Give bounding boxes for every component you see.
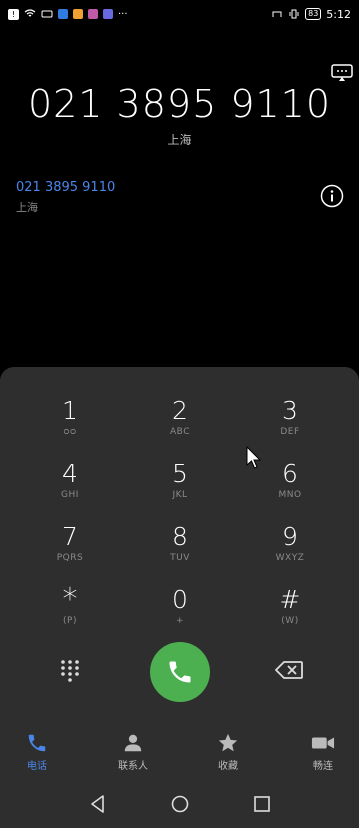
key-9[interactable]: 9 WXYZ xyxy=(235,523,345,583)
video-icon xyxy=(311,737,335,749)
number-location: 上海 xyxy=(167,133,192,147)
tab-favorites[interactable]: 收藏 xyxy=(183,732,273,772)
key-digit: 6 xyxy=(282,459,298,488)
tab-label: 联系人 xyxy=(118,761,148,772)
bottom-tab-bar: 电话 联系人 收藏 畅连 xyxy=(0,720,359,780)
key-letters: GHI xyxy=(61,490,79,500)
star-icon xyxy=(218,733,238,752)
contacts-icon xyxy=(124,734,142,752)
key-letters: MNO xyxy=(278,490,302,500)
sim-icon: ! xyxy=(8,8,19,20)
app-badge-blue-icon xyxy=(58,9,68,19)
app-badge-purple-icon xyxy=(88,9,98,19)
mouse-cursor-icon xyxy=(246,446,262,469)
tab-label: 电话 xyxy=(27,761,47,772)
key-1[interactable]: 1 ᴑᴑ xyxy=(15,397,125,457)
key-digit: # xyxy=(279,585,301,614)
key-letters: (W) xyxy=(281,616,299,626)
info-icon[interactable] xyxy=(320,184,344,208)
status-left: ! ··· xyxy=(8,8,128,20)
key-digit: 1 xyxy=(62,396,78,425)
key-star[interactable]: * (P) xyxy=(15,582,125,646)
suggestion-location: 上海 xyxy=(16,201,38,214)
key-digit: 7 xyxy=(62,522,78,551)
key-digit: 3 xyxy=(282,396,298,425)
key-letters: DEF xyxy=(280,427,300,437)
key-digit: 5 xyxy=(172,459,188,488)
key-letters: JKL xyxy=(172,490,188,500)
status-bar: ! ··· 83 5:12 xyxy=(0,0,359,28)
wifi-icon xyxy=(24,9,36,17)
status-time: 5:12 xyxy=(326,7,351,21)
tab-meetime[interactable]: 畅连 xyxy=(278,732,359,772)
backspace-icon[interactable] xyxy=(275,660,303,680)
key-digit: 4 xyxy=(62,459,78,488)
key-digit: 2 xyxy=(172,396,188,425)
battery-indicator: 83 xyxy=(305,8,322,20)
key-letters: ABC xyxy=(170,427,190,437)
phone-icon xyxy=(28,734,46,752)
app-badge-indigo-icon xyxy=(103,9,113,19)
tab-label: 收藏 xyxy=(218,761,238,772)
vibrate-icon xyxy=(289,9,299,19)
key-5[interactable]: 5 JKL xyxy=(125,460,235,520)
voicemail-label: ᴑᴑ xyxy=(63,427,77,437)
recents-icon[interactable] xyxy=(252,794,272,814)
contact-suggestion[interactable]: 021 3895 9110 上海 xyxy=(16,180,115,215)
dialed-number: 021 3895 9110 xyxy=(27,82,332,126)
key-4[interactable]: 4 GHI xyxy=(15,460,125,520)
key-digit: 8 xyxy=(172,522,188,551)
call-button[interactable] xyxy=(150,642,210,702)
back-icon[interactable] xyxy=(88,794,108,814)
key-letters: TUV xyxy=(170,553,190,563)
nfc-icon xyxy=(272,11,282,17)
key-letters: WXYZ xyxy=(275,553,305,563)
key-letters: PQRS xyxy=(56,553,84,563)
suggestion-number: 021 3895 9110 xyxy=(16,180,116,195)
app-badge-orange-icon xyxy=(73,9,83,19)
key-digit: 0 xyxy=(172,585,188,614)
key-2[interactable]: 2 ABC xyxy=(125,397,235,457)
cast-icon[interactable] xyxy=(331,64,353,82)
tab-phone[interactable]: 电话 xyxy=(0,732,82,772)
key-7[interactable]: 7 PQRS xyxy=(15,523,125,583)
phone-icon xyxy=(169,661,191,683)
key-hash[interactable]: # (W) xyxy=(235,586,345,646)
key-digit: * xyxy=(62,582,78,617)
key-digit: 9 xyxy=(282,522,298,551)
tab-contacts[interactable]: 联系人 xyxy=(88,732,178,772)
key-letters: + xyxy=(175,616,185,626)
dialpad-icon[interactable] xyxy=(58,658,82,682)
more-notifications-text: ··· xyxy=(118,8,128,20)
home-icon[interactable] xyxy=(170,794,190,814)
key-0[interactable]: 0 + xyxy=(125,586,235,646)
message-icon xyxy=(41,10,53,18)
key-8[interactable]: 8 TUV xyxy=(125,523,235,583)
key-letters: (P) xyxy=(63,616,77,626)
status-right: 83 5:12 xyxy=(271,8,351,21)
system-navigation-bar xyxy=(0,780,359,828)
tab-label: 畅连 xyxy=(313,761,333,772)
